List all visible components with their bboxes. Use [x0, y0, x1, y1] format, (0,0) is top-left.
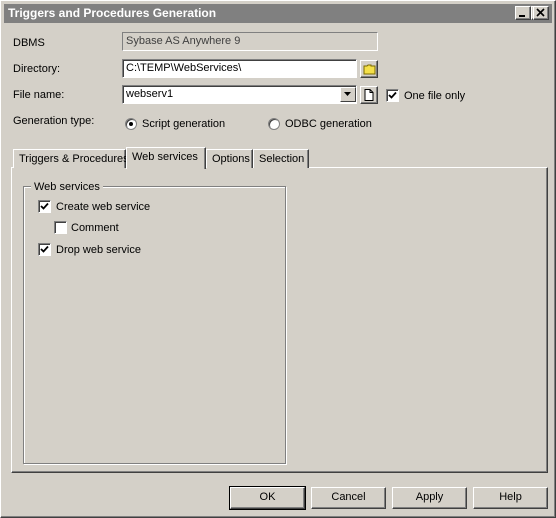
generation-type-label: Generation type:: [13, 115, 95, 127]
dbms-field: Sybase AS Anywhere 9: [122, 32, 378, 51]
new-file-icon: [364, 89, 374, 101]
filename-dropdown-button[interactable]: [340, 87, 356, 102]
filename-value: webserv1: [126, 88, 174, 100]
checkmark-icon: [388, 91, 397, 99]
directory-label: Directory:: [13, 63, 61, 75]
web-services-group-label: Web services: [31, 181, 103, 193]
close-button[interactable]: [533, 6, 549, 20]
title-bar[interactable]: Triggers and Procedures Generation: [4, 4, 552, 23]
checkmark-icon: [40, 245, 49, 253]
tab-triggers-procedures[interactable]: Triggers & Procedures: [13, 149, 129, 168]
create-web-service-label: Create web service: [56, 201, 151, 213]
comment-label: Comment: [71, 222, 119, 234]
ok-button[interactable]: OK: [229, 486, 306, 510]
one-file-only-label: One file only: [404, 90, 466, 102]
new-file-button[interactable]: [360, 86, 378, 104]
one-file-only-checkbox[interactable]: [386, 89, 399, 102]
apply-button[interactable]: Apply: [392, 487, 467, 509]
script-generation-radio[interactable]: [125, 118, 137, 130]
comment-checkbox[interactable]: [54, 221, 67, 234]
minimize-button[interactable]: [515, 6, 531, 20]
filename-label: File name:: [13, 89, 65, 101]
dialog-window: Triggers and Procedures Generation DBMS …: [0, 0, 556, 518]
filename-combobox[interactable]: webserv1: [122, 85, 357, 104]
tab-web-services[interactable]: Web services: [126, 147, 206, 169]
minimize-icon: [519, 15, 525, 17]
chevron-down-icon: [344, 92, 351, 96]
drop-web-service-label: Drop web service: [56, 244, 141, 256]
tab-selection[interactable]: Selection: [253, 149, 309, 168]
close-icon: [536, 8, 545, 17]
odbc-generation-radio[interactable]: [268, 118, 280, 130]
script-generation-label: Script generation: [142, 118, 226, 130]
tab-options[interactable]: Options: [206, 149, 253, 168]
help-button[interactable]: Help: [473, 487, 548, 509]
cancel-button[interactable]: Cancel: [311, 487, 386, 509]
create-web-service-checkbox[interactable]: [38, 200, 51, 213]
directory-input[interactable]: C:\TEMP\WebServices\: [122, 59, 357, 78]
dbms-label: DBMS: [13, 37, 45, 49]
window-title: Triggers and Procedures Generation: [8, 6, 217, 20]
odbc-generation-label: ODBC generation: [285, 118, 372, 130]
checkmark-icon: [40, 202, 49, 210]
radio-selected-dot: [129, 122, 133, 126]
drop-web-service-checkbox[interactable]: [38, 243, 51, 256]
folder-icon: [363, 64, 376, 75]
browse-directory-button[interactable]: [360, 60, 378, 78]
